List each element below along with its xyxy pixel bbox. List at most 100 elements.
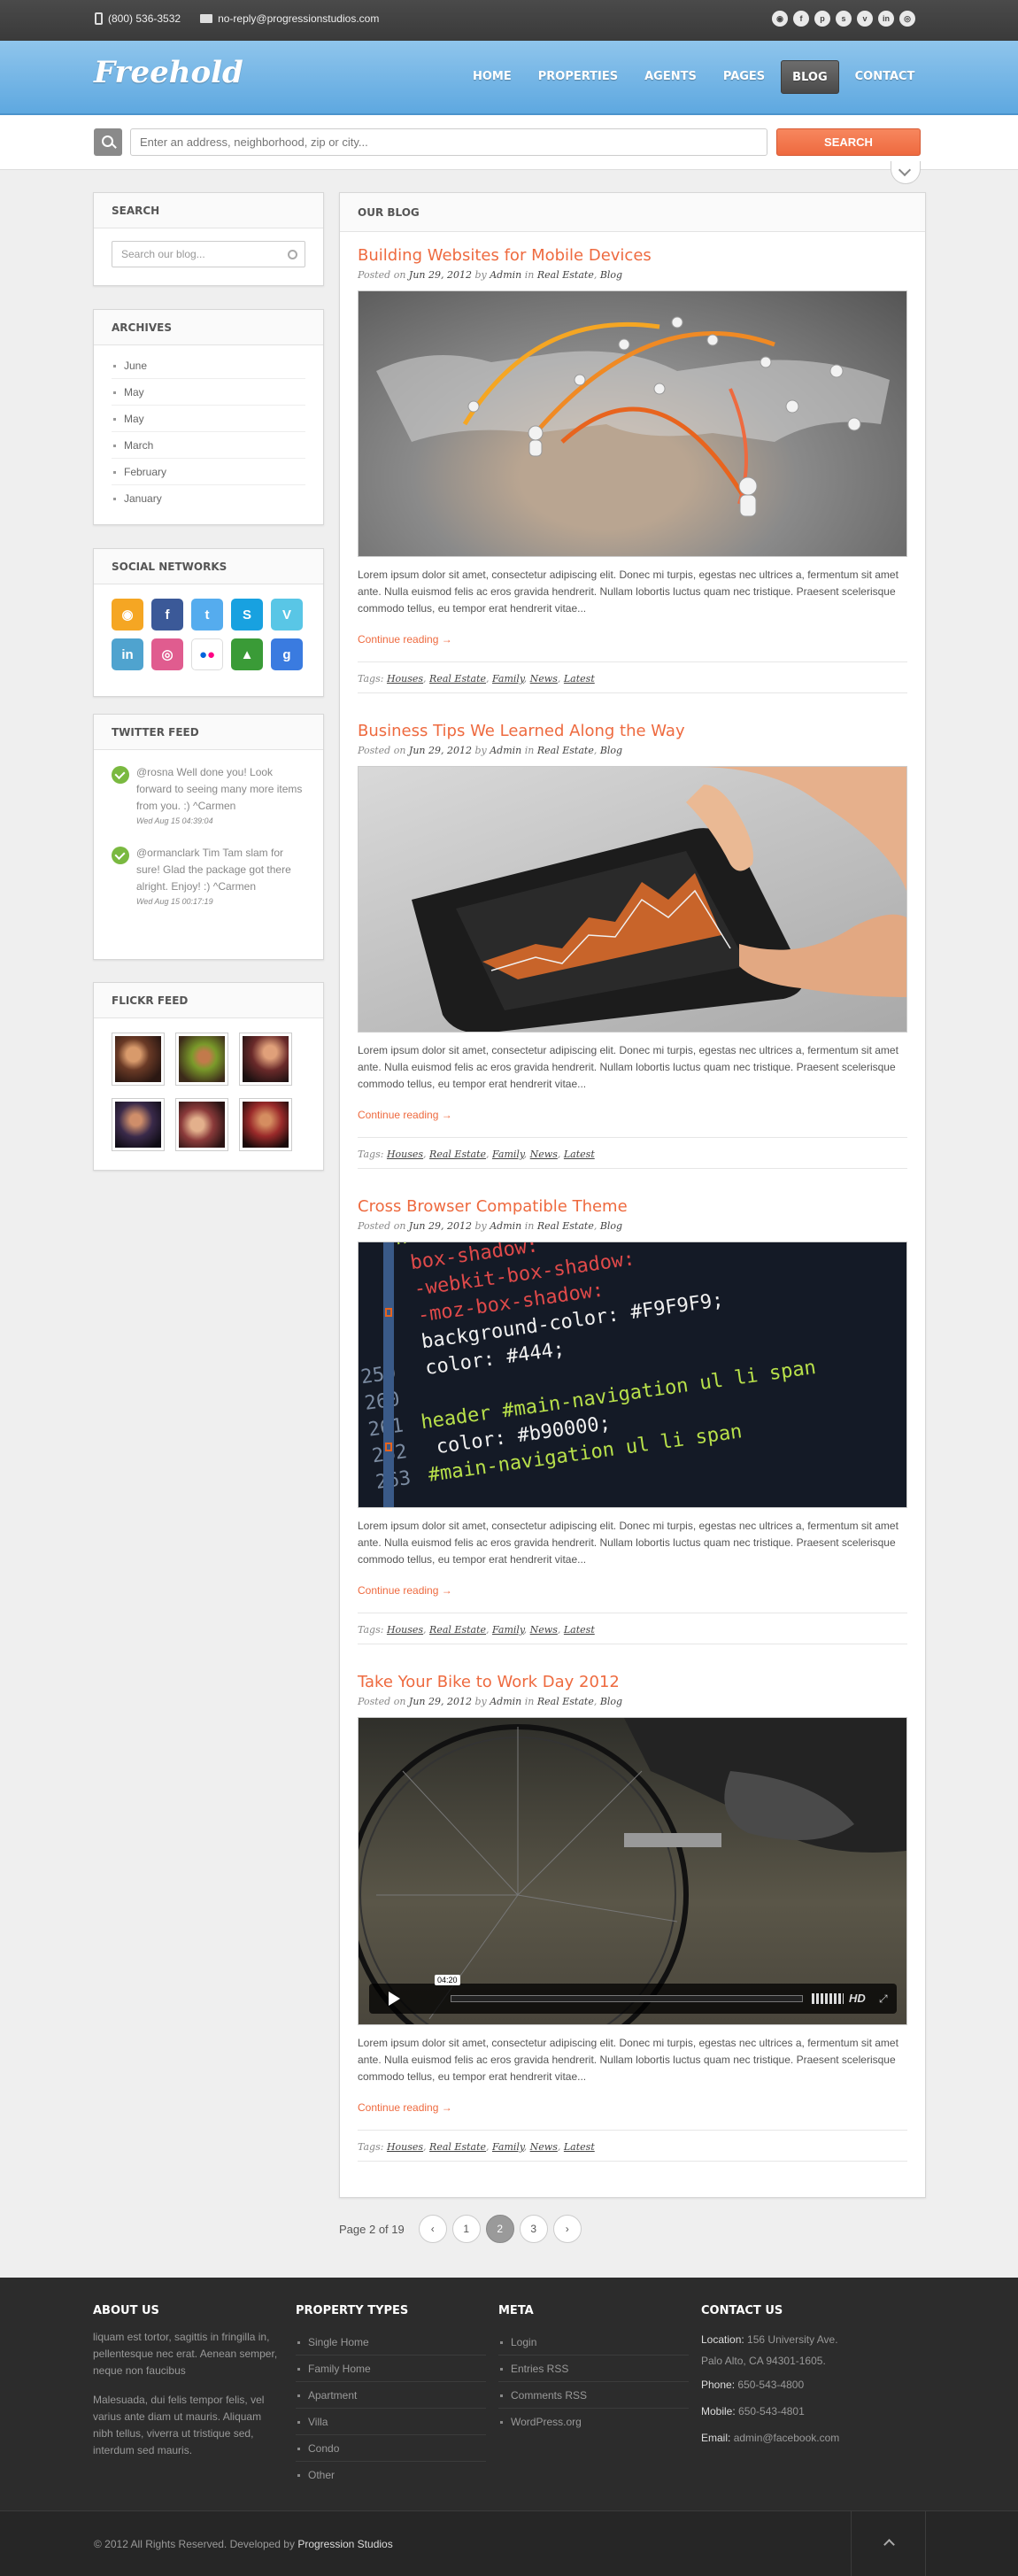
continue-reading-link[interactable]: Continue reading → bbox=[358, 1584, 907, 1597]
post-excerpt: Lorem ipsum dolor sit amet, consectetur … bbox=[358, 569, 898, 615]
fullscreen-icon[interactable]: ⤢ bbox=[879, 1992, 888, 2006]
archive-item[interactable]: March bbox=[112, 432, 305, 459]
facebook-icon[interactable]: f bbox=[151, 599, 183, 630]
widget-archives: ARCHIVES June May May March February Jan… bbox=[93, 309, 324, 525]
post-author[interactable]: Admin bbox=[490, 269, 521, 281]
flickr-thumb[interactable] bbox=[175, 1033, 228, 1086]
contact-email[interactable]: Email: admin@facebook.com bbox=[701, 2425, 922, 2451]
property-search-input[interactable] bbox=[130, 128, 767, 156]
vimeo-icon[interactable]: V bbox=[271, 599, 303, 630]
page-button[interactable]: 1 bbox=[451, 2215, 481, 2243]
email-item[interactable]: no-reply@progressionstudios.com bbox=[200, 12, 379, 25]
blog-search-input[interactable]: Search our blog... bbox=[112, 241, 305, 267]
post-image-network[interactable] bbox=[358, 290, 907, 557]
hd-button[interactable]: HD bbox=[849, 1992, 866, 2005]
video-player[interactable]: 04:20 HD ⤢ bbox=[358, 1717, 907, 2025]
nav-contact[interactable]: CONTACT bbox=[844, 60, 926, 94]
twitter-icon[interactable]: t bbox=[191, 599, 223, 630]
blog-main: OUR BLOG Building Websites for Mobile De… bbox=[339, 192, 926, 2198]
twitter-icon bbox=[112, 766, 129, 784]
pinterest-icon[interactable]: p bbox=[814, 11, 830, 27]
archive-item[interactable]: May bbox=[112, 406, 305, 432]
post-title[interactable]: Take Your Bike to Work Day 2012 bbox=[358, 1673, 907, 1691]
prev-page-button[interactable]: ‹ bbox=[418, 2215, 447, 2243]
archive-item[interactable]: January bbox=[112, 485, 305, 512]
phone-text: (800) 536-3532 bbox=[108, 12, 181, 25]
linkedin-icon[interactable]: in bbox=[112, 638, 143, 670]
footer-link[interactable]: Single Home bbox=[296, 2329, 486, 2356]
post-author[interactable]: Admin bbox=[490, 1220, 521, 1232]
continue-reading-link[interactable]: Continue reading → bbox=[358, 633, 907, 646]
flickr-thumb[interactable] bbox=[112, 1098, 165, 1151]
post-author[interactable]: Admin bbox=[490, 745, 521, 756]
next-page-button[interactable]: › bbox=[552, 2215, 582, 2243]
flickr-thumb[interactable] bbox=[175, 1098, 228, 1151]
top-social: ◉ f p s v in ◎ bbox=[772, 11, 915, 27]
footer-title: PROPERTY TYPES bbox=[296, 2304, 409, 2317]
nav-blog[interactable]: BLOG bbox=[781, 60, 839, 94]
tweet-date: Wed Aug 15 04:39:04 bbox=[136, 816, 213, 825]
forrst-icon[interactable]: ▲ bbox=[231, 638, 263, 670]
post-title[interactable]: Business Tips We Learned Along the Way bbox=[358, 722, 907, 740]
flickr-icon[interactable]: ● ● bbox=[191, 638, 223, 670]
post-meta: Posted on Jun 29, 2012 by Admin in Real … bbox=[358, 1696, 623, 1707]
post-author[interactable]: Admin bbox=[490, 1696, 521, 1707]
main-nav: HOME PROPERTIES AGENTS PAGES BLOG CONTAC… bbox=[462, 60, 925, 94]
email-text[interactable]: no-reply@progressionstudios.com bbox=[218, 12, 379, 25]
footer-contact: CONTACT US Location: 156 University Ave.… bbox=[701, 2304, 922, 2451]
about-text: liquam est tortor, sagittis in fringilla… bbox=[93, 2331, 278, 2377]
nav-pages[interactable]: PAGES bbox=[713, 60, 775, 94]
page-button-current[interactable]: 2 bbox=[485, 2215, 514, 2243]
facebook-icon[interactable]: f bbox=[793, 11, 809, 27]
video-progress[interactable] bbox=[451, 1995, 803, 2002]
flickr-thumb[interactable] bbox=[239, 1033, 292, 1086]
flickr-thumb[interactable] bbox=[239, 1098, 292, 1151]
volume-icon[interactable] bbox=[812, 1993, 844, 2004]
copyright-bar: © 2012 All Rights Reserved. Developed by… bbox=[0, 2510, 1018, 2576]
flickr-thumb[interactable] bbox=[112, 1033, 165, 1086]
post-image-smartphone[interactable] bbox=[358, 766, 907, 1033]
search-button[interactable]: SEARCH bbox=[776, 128, 921, 156]
vimeo-icon[interactable]: v bbox=[857, 11, 873, 27]
nav-properties[interactable]: PROPERTIES bbox=[528, 60, 629, 94]
developer-link[interactable]: Progression Studios bbox=[297, 2538, 392, 2550]
footer-title: CONTACT US bbox=[701, 2304, 783, 2317]
footer-link[interactable]: Condo bbox=[296, 2435, 486, 2462]
footer-link[interactable]: Apartment bbox=[296, 2382, 486, 2409]
google-icon[interactable]: g bbox=[271, 638, 303, 670]
phone-icon bbox=[95, 12, 103, 25]
tweet-date: Wed Aug 15 00:17:19 bbox=[136, 897, 213, 906]
footer-link[interactable]: Comments RSS bbox=[498, 2382, 689, 2409]
rss-icon[interactable]: ◉ bbox=[772, 11, 788, 27]
continue-reading-link[interactable]: Continue reading → bbox=[358, 2101, 907, 2114]
pagination: Page 2 of 19 ‹ 1 2 3 › bbox=[339, 2215, 582, 2243]
dribbble-icon[interactable]: ◎ bbox=[151, 638, 183, 670]
site-logo[interactable]: Freehold bbox=[94, 55, 243, 90]
footer-link[interactable]: Villa bbox=[296, 2409, 486, 2435]
footer-link[interactable]: Entries RSS bbox=[498, 2356, 689, 2382]
post-title[interactable]: Cross Browser Compatible Theme bbox=[358, 1197, 907, 1216]
continue-reading-link[interactable]: Continue reading → bbox=[358, 1109, 907, 1121]
archive-item[interactable]: May bbox=[112, 379, 305, 406]
back-to-top-button[interactable] bbox=[851, 2511, 926, 2576]
tweet-item: @rosna Well done you! Look forward to se… bbox=[112, 764, 305, 827]
footer-link[interactable]: Other bbox=[296, 2462, 486, 2488]
toggle-search-tab[interactable] bbox=[891, 161, 921, 184]
footer-link[interactable]: WordPress.org bbox=[498, 2409, 689, 2435]
post-title[interactable]: Building Websites for Mobile Devices bbox=[358, 246, 907, 265]
dribbble-icon[interactable]: ◎ bbox=[899, 11, 915, 27]
rss-icon[interactable]: ◉ bbox=[112, 599, 143, 630]
nav-home[interactable]: HOME bbox=[462, 60, 522, 94]
footer-link[interactable]: Family Home bbox=[296, 2356, 486, 2382]
skype-icon[interactable]: S bbox=[231, 599, 263, 630]
footer-link[interactable]: Login bbox=[498, 2329, 689, 2356]
search-icon[interactable] bbox=[94, 128, 122, 156]
play-icon[interactable] bbox=[389, 1992, 400, 2006]
archive-item[interactable]: February bbox=[112, 459, 305, 485]
nav-agents[interactable]: AGENTS bbox=[634, 60, 707, 94]
archive-item[interactable]: June bbox=[112, 352, 305, 379]
page-button[interactable]: 3 bbox=[519, 2215, 548, 2243]
post-image-code[interactable]: header #main-navigation box-shadow: -web… bbox=[358, 1242, 907, 1508]
linkedin-icon[interactable]: in bbox=[878, 11, 894, 27]
skype-icon[interactable]: s bbox=[836, 11, 852, 27]
